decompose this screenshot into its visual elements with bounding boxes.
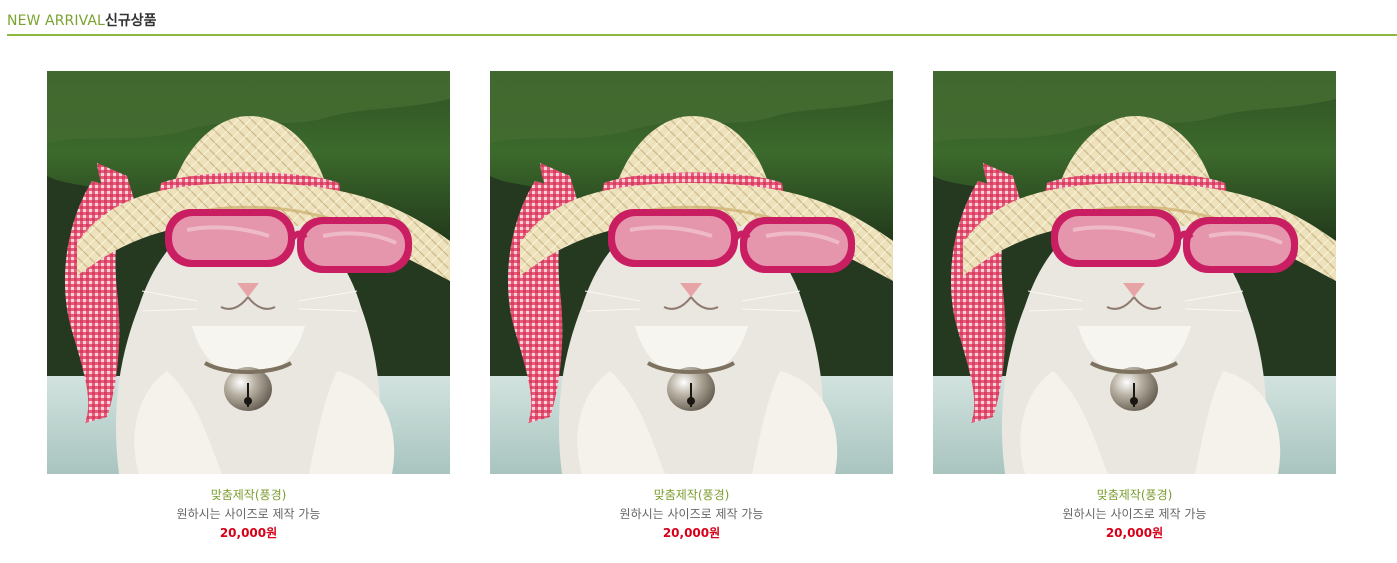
product-description: 원하시는 사이즈로 제작 가능	[619, 507, 764, 521]
product-price: 20,000원	[662, 526, 721, 540]
section-title: NEW ARRIVAL신규상품	[7, 12, 156, 30]
product-card[interactable]: 맞춤제작(풍경) 원하시는 사이즈로 제작 가능 20,000원	[490, 71, 893, 543]
section-title-korean: 신규상품	[104, 13, 157, 29]
product-name[interactable]: 맞춤제작(풍경)	[490, 486, 893, 505]
product-name[interactable]: 맞춤제작(풍경)	[933, 486, 1336, 505]
product-image-cat-in-hat[interactable]	[47, 71, 450, 474]
product-list: 맞춤제작(풍경) 원하시는 사이즈로 제작 가능 20,000원 맞춤제작(풍경…	[47, 71, 1336, 543]
product-description: 원하시는 사이즈로 제작 가능	[1062, 507, 1207, 521]
product-price: 20,000원	[1105, 526, 1164, 540]
product-image-cat-in-hat[interactable]	[933, 71, 1336, 474]
product-image-cat-in-hat[interactable]	[490, 71, 893, 474]
product-price: 20,000원	[219, 526, 278, 540]
product-card[interactable]: 맞춤제작(풍경) 원하시는 사이즈로 제작 가능 20,000원	[933, 71, 1336, 543]
product-name[interactable]: 맞춤제작(풍경)	[47, 486, 450, 505]
new-arrival-header: NEW ARRIVAL신규상품	[7, 0, 1397, 36]
product-card[interactable]: 맞춤제작(풍경) 원하시는 사이즈로 제작 가능 20,000원	[47, 71, 450, 543]
product-description: 원하시는 사이즈로 제작 가능	[176, 507, 321, 521]
section-title-english: NEW ARRIVAL	[7, 13, 105, 29]
